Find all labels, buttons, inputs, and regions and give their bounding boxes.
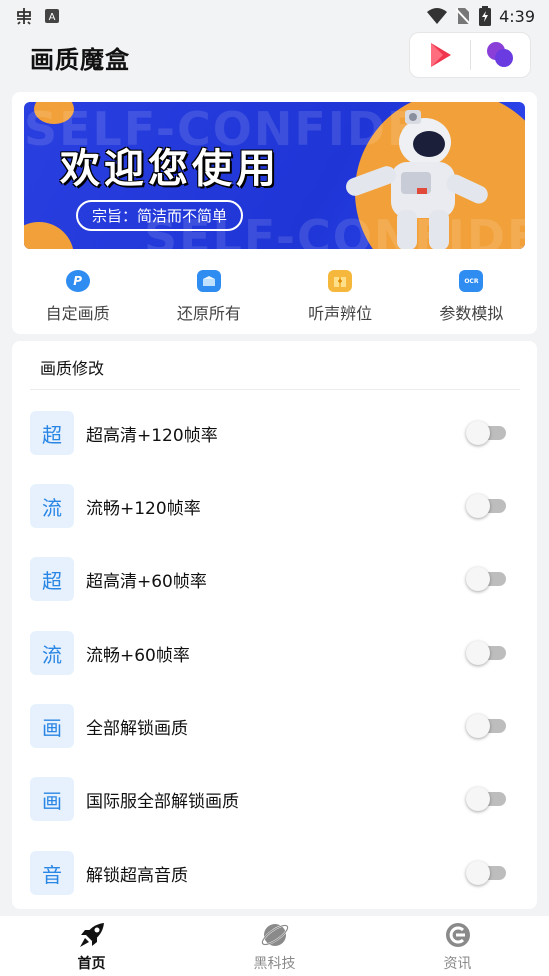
row-label: 解锁超高音质	[86, 865, 188, 886]
a-icon: A	[45, 9, 59, 23]
toggle-switch[interactable]	[466, 714, 506, 738]
no-sim-icon	[455, 8, 471, 25]
welcome-banner[interactable]: SELF-CONFIDE SELF-CONFIDEN 欢迎您使用 宗旨：简洁而不…	[24, 102, 525, 249]
status-bar: A 4:39	[0, 0, 549, 32]
row-badge: 超	[30, 411, 74, 455]
nav-item-news[interactable]: 资讯	[366, 916, 549, 976]
setting-row-uhd-60[interactable]: 超 超高清+60帧率	[12, 557, 537, 601]
play-logo-icon	[430, 43, 451, 67]
bug-icon	[17, 8, 31, 25]
row-label: 流畅+60帧率	[86, 645, 190, 666]
bubbles-app-button[interactable]	[471, 33, 531, 77]
rocket-icon	[77, 920, 107, 950]
section-divider	[30, 389, 520, 390]
row-badge: 流	[30, 631, 74, 675]
quick-action-param-sim[interactable]: OCR 参数模拟	[406, 260, 537, 324]
wifi-icon	[427, 8, 448, 24]
svg-text:A: A	[49, 12, 56, 23]
status-right: 4:39	[427, 6, 535, 26]
setting-row-smooth-60[interactable]: 流 流畅+60帧率	[12, 631, 537, 675]
ocr-icon-glyph: OCR	[464, 277, 479, 285]
row-label: 全部解锁画质	[86, 718, 188, 739]
toggle-switch[interactable]	[466, 567, 506, 591]
quick-action-label: 还原所有	[176, 304, 241, 323]
setting-row-intl-unlock-all[interactable]: 画 国际服全部解锁画质	[12, 777, 537, 821]
app-header: 画质魔盒	[0, 32, 549, 88]
p-icon: P	[65, 270, 90, 292]
row-badge: 超	[30, 557, 74, 601]
setting-row-unlock-all[interactable]: 画 全部解锁画质	[12, 704, 537, 748]
toggle-switch[interactable]	[466, 421, 506, 445]
row-badge: 流	[30, 484, 74, 528]
news-icon	[443, 920, 473, 950]
page-title: 画质魔盒	[30, 46, 130, 74]
toggle-switch[interactable]	[466, 494, 506, 518]
section-title: 画质修改	[40, 359, 105, 378]
setting-row-uhd-120[interactable]: 超 超高清+120帧率	[12, 411, 537, 455]
quick-action-restore-all[interactable]: 还原所有	[143, 260, 274, 324]
toggle-switch[interactable]	[466, 787, 506, 811]
video-app-button[interactable]	[410, 33, 470, 77]
planet-icon	[260, 920, 290, 950]
row-label: 超高清+120帧率	[86, 425, 218, 446]
sound-icon	[328, 270, 353, 292]
quick-action-custom-quality[interactable]: P 自定画质	[12, 260, 143, 324]
nav-item-black-tech[interactable]: 黑科技	[183, 916, 366, 976]
quick-action-label: 自定画质	[45, 304, 110, 323]
banner-slogan: 宗旨：简洁而不简单	[76, 200, 244, 231]
toggle-switch[interactable]	[466, 861, 506, 885]
bubbles-logo-icon	[487, 42, 514, 67]
banner-orange-blob-left	[24, 222, 74, 249]
quick-actions: P 自定画质 还原所有 听声辨位 OCR 参数模拟	[12, 260, 537, 324]
row-label: 超高清+60帧率	[86, 571, 207, 592]
row-badge: 画	[30, 704, 74, 748]
row-label: 国际服全部解锁画质	[86, 791, 239, 812]
nav-label: 首页	[77, 956, 106, 972]
quality-settings-card: 画质修改 超 超高清+120帧率 流 流畅+120帧率 超 超高清+60帧率 流…	[12, 341, 537, 909]
setting-row-hd-audio[interactable]: 音 解锁超高音质	[12, 851, 537, 895]
quick-action-sound-locate[interactable]: 听声辨位	[275, 260, 406, 324]
row-badge: 音	[30, 851, 74, 895]
battery-icon	[479, 6, 492, 26]
quick-action-label: 参数模拟	[439, 304, 504, 323]
nav-label: 资讯	[443, 956, 472, 972]
setting-row-smooth-120[interactable]: 流 流畅+120帧率	[12, 484, 537, 528]
p-icon-glyph: P	[73, 274, 83, 288]
top-card: SELF-CONFIDE SELF-CONFIDEN 欢迎您使用 宗旨：简洁而不…	[12, 92, 537, 334]
nav-item-home[interactable]: 首页	[0, 916, 183, 976]
banner-title: 欢迎您使用	[60, 146, 280, 192]
astronaut-icon	[346, 110, 488, 249]
bottom-nav: 首页 黑科技 资讯	[0, 916, 549, 976]
nav-label: 黑科技	[253, 956, 296, 972]
status-left: A	[14, 6, 60, 26]
header-actions	[409, 32, 531, 78]
quick-action-label: 听声辨位	[308, 304, 373, 323]
toggle-switch[interactable]	[466, 641, 506, 665]
restore-icon	[196, 270, 221, 292]
ocr-icon: OCR	[459, 270, 484, 292]
row-label: 流畅+120帧率	[86, 498, 201, 519]
row-badge: 画	[30, 777, 74, 821]
status-time: 4:39	[499, 6, 535, 26]
